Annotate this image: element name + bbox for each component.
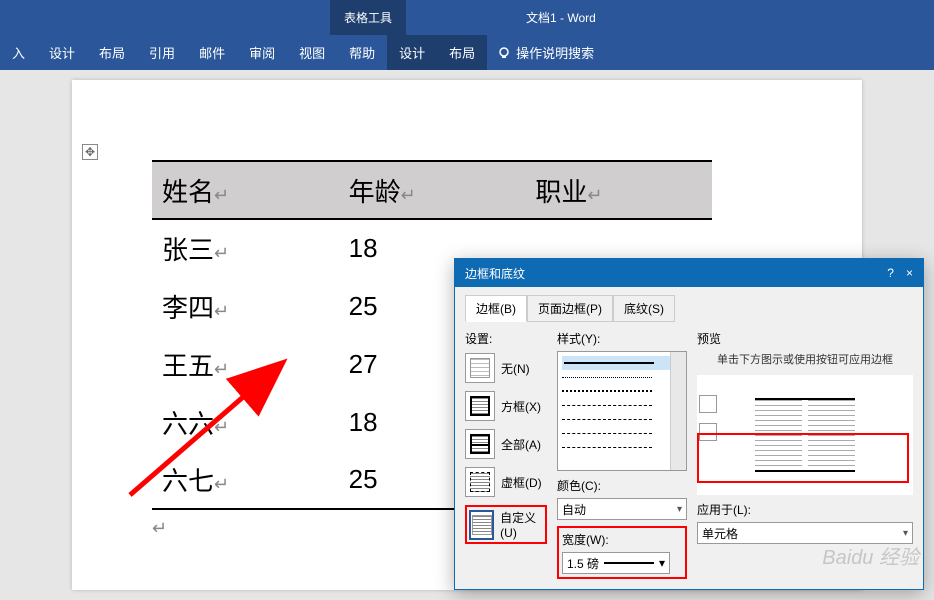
dialog-help-button[interactable]: ? — [887, 266, 894, 280]
col-age: 年龄 — [349, 177, 401, 207]
apply-label: 应用于(L): — [697, 501, 913, 518]
ribbon-tabs: 入 设计 布局 引用 邮件 审阅 视图 帮助 设计 布局 操作说明搜索 — [0, 35, 934, 70]
borders-shading-dialog: 边框和底纹 ? × 边框(B) 页面边框(P) 底纹(S) 设置: 无(N) 方… — [454, 258, 924, 590]
tab-table-design[interactable]: 设计 — [387, 35, 437, 70]
dialog-title: 边框和底纹 — [465, 265, 525, 282]
setting-none[interactable] — [465, 353, 495, 383]
tab-page-border[interactable]: 页面边框(P) — [527, 295, 613, 322]
tell-me-label: 操作说明搜索 — [516, 43, 594, 62]
lightbulb-icon — [497, 46, 511, 60]
table-move-handle[interactable]: ✥ — [82, 144, 98, 160]
preview-note: 单击下方图示或使用按钮可应用边框 — [697, 351, 913, 367]
preview-mid-btn[interactable] — [699, 423, 717, 441]
color-select[interactable]: 自动▾ — [557, 498, 687, 520]
style-listbox[interactable] — [557, 351, 687, 471]
col-name: 姓名 — [162, 177, 214, 207]
tab-table-layout[interactable]: 布局 — [437, 35, 487, 70]
chevron-down-icon: ▾ — [677, 504, 682, 515]
tab-layout[interactable]: 布局 — [87, 43, 137, 62]
table-header-row[interactable]: 姓名↵ 年龄↵ 职业↵ — [152, 161, 712, 219]
preview-top-btn[interactable] — [699, 395, 717, 413]
tab-shading[interactable]: 底纹(S) — [613, 295, 675, 322]
tab-insert[interactable]: 入 — [0, 43, 37, 62]
color-label: 颜色(C): — [557, 477, 687, 494]
width-label: 宽度(W): — [562, 531, 682, 548]
setting-dash[interactable] — [465, 467, 495, 497]
preview-diagram[interactable] — [697, 375, 913, 495]
tab-references[interactable]: 引用 — [137, 43, 187, 62]
tab-borders[interactable]: 边框(B) — [465, 295, 527, 322]
col-job: 职业 — [535, 177, 587, 207]
settings-label: 设置: — [465, 330, 547, 347]
chevron-down-icon: ▾ — [659, 556, 665, 570]
setting-custom[interactable] — [469, 510, 494, 540]
tab-review[interactable]: 审阅 — [237, 43, 287, 62]
dialog-close-button[interactable]: × — [906, 266, 913, 280]
table-tools-tab: 表格工具 — [330, 0, 406, 35]
setting-box[interactable] — [465, 391, 495, 421]
style-scrollbar[interactable] — [670, 352, 686, 470]
apply-select[interactable]: 单元格▾ — [697, 522, 913, 544]
tab-view[interactable]: 视图 — [287, 43, 337, 62]
tab-mailings[interactable]: 邮件 — [187, 43, 237, 62]
preview-label: 预览 — [697, 330, 913, 347]
setting-all[interactable] — [465, 429, 495, 459]
document-title: 文档1 - Word — [526, 9, 596, 26]
chevron-down-icon: ▾ — [903, 528, 908, 539]
tab-design[interactable]: 设计 — [37, 43, 87, 62]
tab-help[interactable]: 帮助 — [337, 43, 387, 62]
width-select[interactable]: 1.5 磅 ▾ — [562, 552, 670, 574]
tell-me-search[interactable]: 操作说明搜索 — [497, 43, 594, 62]
style-label: 样式(Y): — [557, 330, 687, 347]
